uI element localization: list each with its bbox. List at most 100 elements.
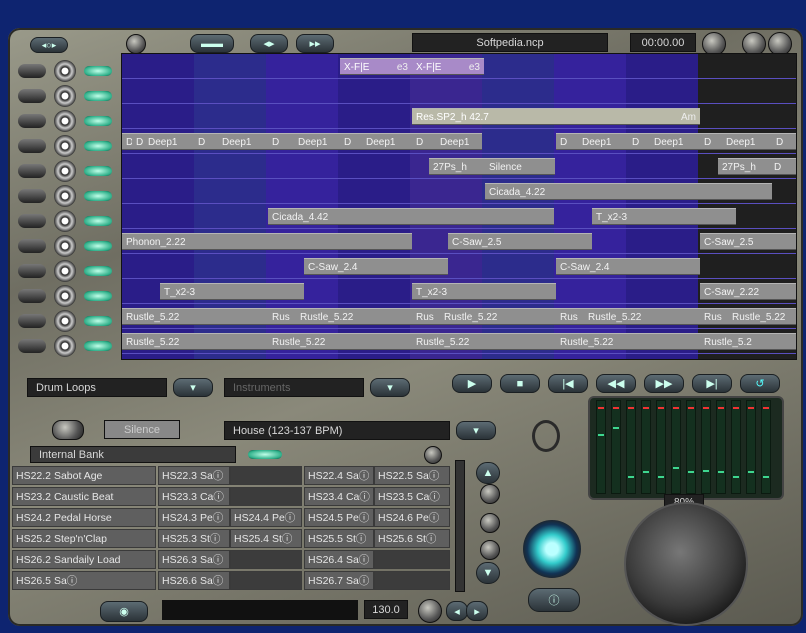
channel-row[interactable]: [14, 285, 119, 307]
clip-block[interactable]: 27Ps_h: [718, 158, 770, 175]
channel-fader[interactable]: [18, 289, 46, 303]
channel-knob[interactable]: [54, 335, 76, 357]
stop-button[interactable]: ■: [500, 374, 540, 393]
channel-row[interactable]: [14, 85, 119, 107]
scroll-down-button[interactable]: ▼: [476, 562, 500, 584]
mini-menu-button[interactable]: ◂○▸: [30, 37, 68, 53]
view-grid-button[interactable]: ▬▬: [190, 34, 234, 53]
clip-block[interactable]: Deep1: [218, 133, 268, 150]
fast-forward-top-button[interactable]: ▸▸: [296, 34, 334, 53]
channel-fader[interactable]: [18, 339, 46, 353]
clip-block[interactable]: D: [132, 133, 144, 150]
instruments-dropdown-button[interactable]: ▾: [370, 378, 410, 397]
clip-block[interactable]: Deep1: [144, 133, 194, 150]
channel-row[interactable]: [14, 160, 119, 182]
genre-dropdown-button[interactable]: ▾: [456, 421, 496, 440]
clip-block[interactable]: C-Saw_2.22: [700, 283, 796, 300]
sample-cell[interactable]: HS25.4 Stⓘ: [230, 529, 302, 548]
clip-block[interactable]: D: [268, 133, 294, 150]
clip-block[interactable]: Cicada_4.22: [485, 183, 772, 200]
clip-block[interactable]: D: [628, 133, 650, 150]
genre-select[interactable]: House (123-137 BPM): [224, 421, 450, 440]
channel-knob[interactable]: [54, 210, 76, 232]
clip-block[interactable]: Silence: [485, 158, 555, 175]
clip-block[interactable]: Cicada_4.42: [268, 208, 554, 225]
channel-fader[interactable]: [18, 139, 46, 153]
sample-cell[interactable]: HS24.6 Peⓘ: [374, 508, 450, 527]
sample-cell[interactable]: HS26.6 Saⓘ: [158, 571, 230, 590]
clip-block[interactable]: D: [700, 133, 722, 150]
sample-cell[interactable]: HS23.4 Caⓘ: [304, 487, 374, 506]
tempo-down-button[interactable]: ◂: [446, 601, 468, 621]
clip-block[interactable]: Rustle_5.22: [122, 333, 268, 350]
channel-row[interactable]: [14, 235, 119, 257]
channel-knob[interactable]: [54, 285, 76, 307]
channel-knob[interactable]: [54, 310, 76, 332]
clip-block[interactable]: T_x2-3: [160, 283, 304, 300]
record-button[interactable]: [523, 520, 581, 578]
clip-block[interactable]: T_x2-3: [412, 283, 556, 300]
channel-row[interactable]: [14, 260, 119, 282]
forward-end-button[interactable]: ▶|: [692, 374, 732, 393]
sample-cell[interactable]: HS26.5 Saⓘ: [12, 571, 156, 590]
clip-block[interactable]: C-Saw_2.4: [304, 258, 448, 275]
channel-row[interactable]: [14, 185, 119, 207]
channel-fader[interactable]: [18, 239, 46, 253]
rewind-start-button[interactable]: |◀: [548, 374, 588, 393]
track-lane[interactable]: [122, 79, 796, 104]
clip-block[interactable]: Deep1: [578, 133, 628, 150]
sample-cell[interactable]: HS23.3 Caⓘ: [158, 487, 230, 506]
sample-cell[interactable]: HS24.4 Peⓘ: [230, 508, 302, 527]
clip-block[interactable]: Rus: [412, 308, 440, 325]
channel-fader[interactable]: [18, 114, 46, 128]
sequencer-grid[interactable]: X-F|Ee3X-F|Ee3Res.SP2_h 42.7AmDDDeep1DDe…: [121, 53, 797, 360]
play-button[interactable]: ▶: [452, 374, 492, 393]
clip-block[interactable]: Rus: [700, 308, 728, 325]
tempo-knob[interactable]: [418, 599, 442, 623]
rewind-button[interactable]: ◀◀: [596, 374, 636, 393]
channel-fader[interactable]: [18, 89, 46, 103]
clip-block[interactable]: Res.SP2_h 42.7 Am: [412, 108, 700, 125]
browser-scrollbar[interactable]: [455, 460, 465, 592]
sample-cell[interactable]: HS24.3 Peⓘ: [158, 508, 230, 527]
clip-block[interactable]: D: [194, 133, 218, 150]
bank-select[interactable]: Internal Bank: [30, 446, 236, 463]
channel-row[interactable]: [14, 110, 119, 132]
channel-knob[interactable]: [54, 260, 76, 282]
channel-knob[interactable]: [54, 60, 76, 82]
clip-block[interactable]: Rustle_5.22: [728, 308, 796, 325]
channel-fader[interactable]: [18, 64, 46, 78]
sample-cell[interactable]: HS26.7 Saⓘ: [304, 571, 374, 590]
clip-block[interactable]: Rustle_5.22: [122, 308, 268, 325]
browser-toggle-button[interactable]: [52, 420, 84, 440]
clip-block[interactable]: C-Saw_2.5: [700, 233, 796, 250]
sample-cell[interactable]: HS22.4 Saⓘ: [304, 466, 374, 485]
clip-block[interactable]: Deep1: [650, 133, 700, 150]
drum-loops-dropdown-button[interactable]: ▾: [173, 378, 213, 397]
clip-block[interactable]: D: [770, 158, 796, 175]
channel-knob[interactable]: [54, 235, 76, 257]
channel-fader[interactable]: [18, 264, 46, 278]
channel-fader[interactable]: [18, 189, 46, 203]
sample-cell[interactable]: HS25.2 Step'n'Clap: [12, 529, 156, 548]
sample-cell[interactable]: HS22.5 Saⓘ: [374, 466, 450, 485]
clip-block[interactable]: Rustle_5.22: [440, 308, 556, 325]
channel-row[interactable]: [14, 60, 119, 82]
loop-button[interactable]: ↺: [740, 374, 780, 393]
clip-block[interactable]: Deep1: [436, 133, 482, 150]
clip-block[interactable]: Rustle_5.22: [268, 333, 412, 350]
sample-cell[interactable]: HS22.2 Sabot Age: [12, 466, 156, 485]
channel-knob[interactable]: [54, 110, 76, 132]
clip-block[interactable]: D: [412, 133, 436, 150]
channel-row[interactable]: [14, 135, 119, 157]
scroll-up-button[interactable]: ▲: [476, 462, 500, 484]
sample-cell[interactable]: HS25.3 Stⓘ: [158, 529, 230, 548]
sample-cell[interactable]: HS23.2 Caustic Beat: [12, 487, 156, 506]
clip-block[interactable]: Deep1: [294, 133, 340, 150]
sample-cell[interactable]: HS25.5 Stⓘ: [304, 529, 374, 548]
clip-block[interactable]: Phonon_2.22: [122, 233, 412, 250]
channel-row[interactable]: [14, 310, 119, 332]
master-volume-knob[interactable]: [624, 502, 748, 626]
clip-block[interactable]: D: [772, 133, 796, 150]
clip-block[interactable]: D: [340, 133, 362, 150]
